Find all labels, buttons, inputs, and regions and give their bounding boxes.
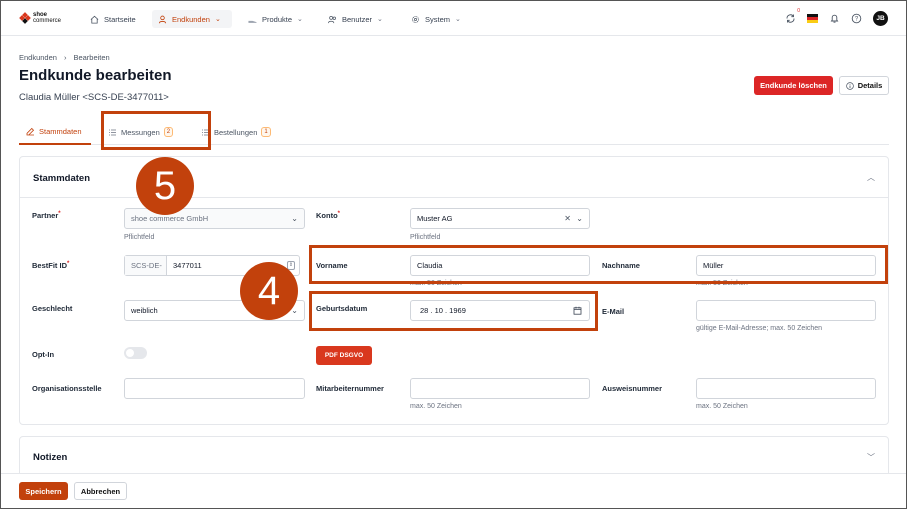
tab-label: Stammdaten xyxy=(39,126,82,136)
mitarbeiternummer-input[interactable] xyxy=(410,378,590,399)
nav-label: Benutzer xyxy=(342,14,373,24)
chevron-down-icon: ⌄ xyxy=(291,214,298,223)
vorname-label: Vorname xyxy=(316,261,348,270)
info-icon xyxy=(845,81,854,90)
nachname-hint: max. 50 Zeichen xyxy=(696,280,748,287)
details-label: Details xyxy=(857,81,883,90)
chevron-right-icon: › xyxy=(63,53,67,62)
home-icon xyxy=(90,15,99,24)
chevron-down-icon: ⌄ xyxy=(377,16,383,23)
partner-label: Partner* xyxy=(32,211,61,220)
breadcrumb-item: Bearbeiten xyxy=(73,53,110,62)
tab-count-badge: 1 xyxy=(261,127,271,137)
top-navigation: shoe commerce Startseite Endkunden ⌄ Pro… xyxy=(1,1,906,36)
help-icon[interactable]: ? xyxy=(851,13,862,24)
opt-in-toggle[interactable] xyxy=(124,347,147,359)
logo-text-line2: commerce xyxy=(33,18,62,24)
nachname-label: Nachname xyxy=(602,261,640,270)
tab-bestellungen[interactable]: Bestellungen 1 xyxy=(201,119,271,145)
avatar[interactable]: JB xyxy=(873,11,888,26)
email-input[interactable] xyxy=(696,300,876,321)
notizen-card-header[interactable]: Notizen ﹀ xyxy=(20,437,888,478)
card-title: Stammdaten xyxy=(33,173,91,184)
ausweisnummer-input[interactable] xyxy=(696,378,876,399)
page-title: Endkunde bearbeiten xyxy=(19,67,172,84)
list-icon xyxy=(109,129,116,135)
ausweisnummer-hint: max. 50 Zeichen xyxy=(696,403,748,410)
nav-label: Produkte xyxy=(262,14,293,24)
shoe-icon xyxy=(248,20,257,23)
opt-in-label: Opt-In xyxy=(32,350,55,359)
nav-label: System xyxy=(425,14,451,24)
save-button[interactable]: Speichern xyxy=(19,482,68,500)
konto-select[interactable]: Muster AG ✕ ⌄ xyxy=(410,208,590,229)
nav-item-system[interactable]: System ⌄ xyxy=(405,10,467,28)
sync-icon[interactable]: 0 xyxy=(785,8,800,24)
user-icon xyxy=(158,15,167,23)
clear-icon[interactable]: ✕ xyxy=(564,214,571,223)
nav-item-startseite[interactable]: Startseite xyxy=(84,10,142,28)
vorname-hint: max. 50 Zeichen xyxy=(410,280,462,287)
pdf-dsgvo-button[interactable]: PDF DSGVO xyxy=(316,346,372,365)
tab-label: Bestellungen xyxy=(214,127,258,137)
konto-label: Konto* xyxy=(316,211,341,220)
gear-icon xyxy=(412,15,419,23)
ausweisnummer-label: Ausweisnummer xyxy=(602,384,663,393)
form-footer: Speichern Abbrechen xyxy=(1,473,906,508)
cancel-button[interactable]: Abbrechen xyxy=(74,482,127,500)
sync-count-badge: 0 xyxy=(797,8,800,14)
mitarbeiternummer-hint: max. 50 Zeichen xyxy=(410,403,462,410)
tab-bar: Stammdaten Messungen 2 Bestellungen 1 xyxy=(19,119,889,145)
chevron-down-icon: ⌄ xyxy=(214,16,221,23)
list-icon xyxy=(202,129,209,135)
svg-text:?: ? xyxy=(855,17,859,23)
step-marker: 5 xyxy=(136,157,194,215)
chevron-down-icon: ⌄ xyxy=(455,16,461,23)
edit-icon xyxy=(26,127,35,135)
german-flag-icon[interactable] xyxy=(807,14,818,23)
nav-item-benutzer[interactable]: Benutzer ⌄ xyxy=(322,10,389,28)
breadcrumb-item[interactable]: Endkunden xyxy=(19,53,57,62)
tab-label: Messungen xyxy=(121,127,160,137)
email-label: E-Mail xyxy=(602,307,625,316)
tab-stammdaten[interactable]: Stammdaten xyxy=(19,119,91,145)
nav-item-endkunden[interactable]: Endkunden ⌄ xyxy=(152,10,232,28)
bestfit-id-label: BestFit ID* xyxy=(32,261,70,270)
chevron-down-icon: ⌄ xyxy=(297,16,303,23)
page-subtitle: Claudia Müller <SCS-DE-3477011> xyxy=(19,92,169,103)
step-marker: 4 xyxy=(240,262,298,320)
nav-label: Startseite xyxy=(104,14,136,24)
chevron-down-icon: ⌄ xyxy=(576,214,583,223)
nav-label: Endkunden xyxy=(172,14,210,24)
geschlecht-label: Geschlecht xyxy=(32,304,73,313)
mitarbeiternummer-label: Mitarbeiternummer xyxy=(316,384,384,393)
partner-hint: Pflichtfeld xyxy=(124,234,155,241)
geburtsdatum-label: Geburtsdatum xyxy=(316,304,368,313)
chevron-up-icon: ︿ xyxy=(867,173,875,182)
konto-hint: Pflichtfeld xyxy=(410,234,441,241)
logo-icon xyxy=(19,12,31,24)
nachname-input[interactable]: Müller xyxy=(696,255,876,276)
bestfit-value: 3477011 xyxy=(173,261,202,270)
bestfit-prefix: SCS-DE- xyxy=(125,256,167,275)
organisationsstelle-input[interactable] xyxy=(124,378,305,399)
geburtsdatum-input[interactable]: 28 . 10 . 1969 xyxy=(410,300,590,321)
vorname-input[interactable]: Claudia xyxy=(410,255,590,276)
breadcrumb: Endkunden › Bearbeiten xyxy=(19,53,110,62)
chevron-down-icon: ﹀ xyxy=(867,453,875,462)
nav-item-produkte[interactable]: Produkte ⌄ xyxy=(242,10,309,28)
card-title: Notizen xyxy=(33,452,68,463)
delete-customer-button[interactable]: Endkunde löschen xyxy=(754,76,833,95)
organisationsstelle-label: Organisationsstelle xyxy=(32,384,102,393)
users-icon xyxy=(328,15,336,23)
logo[interactable]: shoe commerce xyxy=(19,12,62,24)
email-hint: gültige E-Mail-Adresse; max. 50 Zeichen xyxy=(696,325,823,332)
tab-messungen[interactable]: Messungen 2 xyxy=(108,119,174,145)
bell-icon[interactable] xyxy=(829,13,840,24)
tab-count-badge: 2 xyxy=(163,127,174,137)
calendar-icon[interactable] xyxy=(573,306,582,315)
details-button[interactable]: Details xyxy=(839,76,889,95)
